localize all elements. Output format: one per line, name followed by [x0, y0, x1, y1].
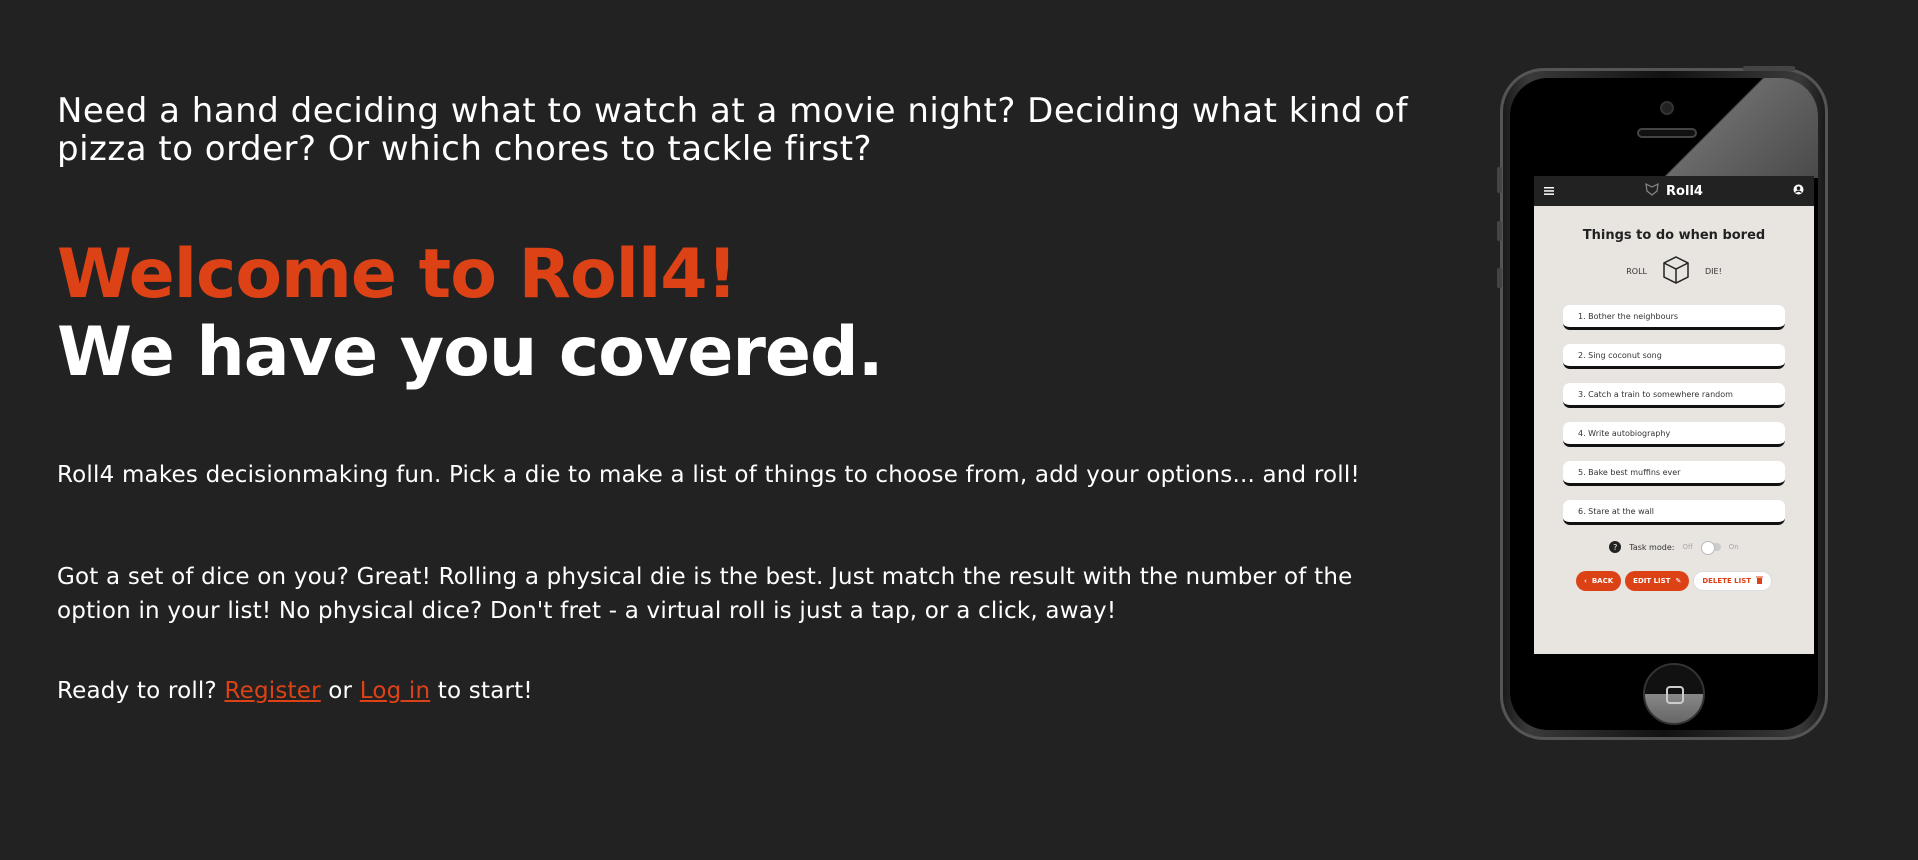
welcome-heading: Welcome to Roll4!: [57, 235, 738, 314]
camera-icon: [1660, 101, 1674, 115]
cta-prefix: Ready to roll?: [57, 678, 217, 704]
task-mode-toggle[interactable]: [1700, 541, 1721, 555]
phone-screen: Roll4 Things to do when bored ROLL DIE! …: [1534, 176, 1814, 654]
phone-power-button: [1743, 66, 1795, 71]
pencil-icon: ✎: [1675, 577, 1682, 585]
list-item[interactable]: 1. Bother the neighbours: [1563, 305, 1785, 330]
speaker-grille: [1637, 128, 1697, 138]
list-item[interactable]: 5. Bake best muffins ever: [1563, 461, 1785, 486]
toggle-off-label: Off: [1682, 543, 1693, 551]
delete-list-label: DELETE LIST: [1702, 577, 1752, 585]
roll-label: ROLL: [1626, 266, 1647, 276]
die-icon[interactable]: [1661, 255, 1691, 287]
phone-volume-up: [1497, 221, 1502, 241]
chevron-left-icon: ‹: [1583, 577, 1587, 585]
option-list: 1. Bother the neighbours 2. Sing coconut…: [1534, 305, 1814, 525]
task-mode-row: ? Task mode: Off On: [1534, 541, 1814, 555]
help-icon[interactable]: ?: [1609, 541, 1622, 553]
list-item[interactable]: 3. Catch a train to somewhere random: [1563, 383, 1785, 408]
cta-paragraph: Ready to roll? Register or Log in to sta…: [57, 674, 1457, 708]
description-paragraph: Roll4 makes decisionmaking fun. Pick a d…: [57, 462, 1360, 488]
fox-logo-icon: [1644, 181, 1660, 201]
action-buttons: ‹ BACK EDIT LIST ✎ DELETE LIST: [1534, 571, 1814, 591]
list-item[interactable]: 6. Stare at the wall: [1563, 500, 1785, 525]
landing-content: Need a hand deciding what to watch at a …: [57, 92, 1457, 708]
intro-text: Need a hand deciding what to watch at a …: [57, 91, 1409, 169]
login-link[interactable]: Log in: [360, 678, 431, 704]
edit-list-button[interactable]: EDIT LIST ✎: [1625, 571, 1690, 591]
list-item[interactable]: 2. Sing coconut song: [1563, 344, 1785, 369]
back-button[interactable]: ‹ BACK: [1575, 571, 1622, 591]
phone-mute-button: [1497, 167, 1502, 193]
cta-suffix: to start!: [437, 678, 533, 704]
phone-mockup: Roll4 Things to do when bored ROLL DIE! …: [1497, 66, 1828, 740]
cta-or: or: [328, 678, 353, 704]
die-label: DIE!: [1705, 266, 1722, 276]
list-title: Things to do when bored: [1582, 228, 1766, 243]
register-link[interactable]: Register: [224, 678, 320, 704]
back-button-label: BACK: [1591, 577, 1614, 585]
covered-heading: We have you covered.: [57, 313, 884, 392]
menu-icon: [1544, 184, 1554, 199]
app-brand: Roll4: [1644, 181, 1703, 201]
app-brand-name: Roll4: [1666, 183, 1703, 199]
dice-paragraph: Got a set of dice on you? Great! Rolling…: [57, 564, 1353, 624]
phone-volume-down: [1497, 268, 1502, 288]
roll-control[interactable]: ROLL DIE!: [1534, 255, 1814, 287]
trash-icon: [1756, 576, 1764, 586]
list-item[interactable]: 4. Write autobiography: [1563, 422, 1785, 447]
phone-bezel: Roll4 Things to do when bored ROLL DIE! …: [1510, 78, 1818, 730]
phone-home-button: [1643, 663, 1705, 725]
user-icon: [1793, 184, 1804, 199]
toggle-on-label: On: [1728, 543, 1739, 551]
app-bar: Roll4: [1534, 176, 1814, 206]
task-mode-label: Task mode:: [1629, 542, 1675, 552]
edit-list-label: EDIT LIST: [1633, 577, 1671, 585]
delete-list-button[interactable]: DELETE LIST: [1693, 571, 1773, 591]
home-square-icon: [1666, 686, 1684, 704]
